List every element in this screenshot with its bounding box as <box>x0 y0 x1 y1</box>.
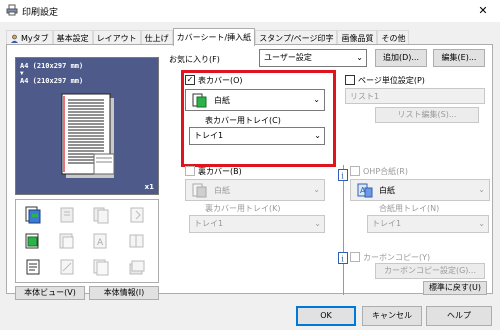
tab-other[interactable]: その他 <box>377 30 410 45</box>
ohp-tray-value: トレイ1 <box>372 219 402 228</box>
device-info-button[interactable]: 本体情報(I) <box>89 286 159 300</box>
favorites-label: お気に入り(F) <box>169 55 220 64</box>
preview-arrow: ▼ <box>20 70 24 77</box>
ohp-tray-label: 合紙用トレイ(N) <box>379 204 440 213</box>
page-setting-label: ページ単位設定(P) <box>358 76 425 85</box>
svg-text:i: i <box>341 172 344 181</box>
favorites-value: ユーザー設定 <box>264 53 312 62</box>
tab-panel: A4 (210x297 mm) ▼ A4 (210x297 mm) x1 A 本… <box>6 44 493 300</box>
booklet-icon <box>129 234 144 248</box>
ok-button[interactable]: OK <box>296 306 356 326</box>
dialog-body: Myタブ 基本設定 レイアウト 仕上げ カバーシート/挿入紙 スタンプ/ページ印… <box>0 22 500 330</box>
user-icon <box>11 34 18 43</box>
preview-output-size: A4 (210x297 mm) <box>20 77 84 85</box>
chevron-down-icon: ⌄ <box>313 185 320 194</box>
stack-icon <box>129 260 145 275</box>
tab-cover-sheet[interactable]: カバーシート/挿入紙 <box>172 28 256 46</box>
front-cover-highlight <box>181 70 336 167</box>
page-setting-list-item: リスト1 <box>350 92 380 101</box>
staple-icon <box>60 207 74 223</box>
back-cover-label: 裏カバー(B) <box>198 167 242 176</box>
back-cover-tray-value: トレイ1 <box>194 219 224 228</box>
tab-layout[interactable]: レイアウト <box>92 30 141 45</box>
tab-basic[interactable]: 基本設定 <box>52 30 93 45</box>
list-edit-button[interactable]: リスト編集(S)... <box>375 107 479 123</box>
ohp-checkbox[interactable] <box>350 166 360 176</box>
add-favorite-button[interactable]: 追加(D)... <box>375 49 427 67</box>
device-view-button[interactable]: 本体ビュー(V) <box>15 286 85 300</box>
watermark-icon <box>60 259 74 275</box>
back-cover-paper-value: 白紙 <box>214 186 230 195</box>
tab-my-tab[interactable]: Myタブ <box>6 30 53 45</box>
blank-paper-icon: A <box>357 183 373 198</box>
cover-sheet-icon <box>25 206 41 224</box>
back-cover-checkbox[interactable] <box>185 166 195 176</box>
cancel-button[interactable]: キャンセル <box>362 306 422 326</box>
group-separator <box>343 165 344 295</box>
info-icon: i <box>338 252 348 264</box>
edit-favorite-button[interactable]: 編集(E)... <box>433 49 485 67</box>
tab-label: 基本設定 <box>56 33 89 43</box>
back-cover-tray-label: 裏カバー用トレイ(K) <box>205 204 281 213</box>
carbon-copy-checkbox[interactable] <box>350 252 360 262</box>
back-cover-tray-select[interactable]: トレイ1 ⌄ <box>189 215 325 233</box>
tab-stamp[interactable]: スタンプ/ページ印字 <box>255 30 338 45</box>
ohp-label: OHP合紙(R) <box>363 167 408 176</box>
close-button[interactable]: ✕ <box>472 3 494 19</box>
document-preview-icon <box>61 93 115 178</box>
window-title: 印刷設定 <box>22 8 59 18</box>
chevron-down-icon: ⌄ <box>314 219 321 228</box>
printer-icon <box>6 4 18 16</box>
restore-defaults-button[interactable]: 標準に戻す(U) <box>423 281 487 295</box>
chevron-down-icon: ⌄ <box>356 53 363 62</box>
tab-image-quality[interactable]: 画像品質 <box>337 30 378 45</box>
print-preview: A4 (210x297 mm) ▼ A4 (210x297 mm) x1 <box>15 57 159 195</box>
chevron-down-icon: ⌄ <box>478 219 485 228</box>
blank-paper-icon <box>192 183 207 198</box>
tab-strip: Myタブ 基本設定 レイアウト 仕上げ カバーシート/挿入紙 スタンプ/ページ印… <box>6 28 410 46</box>
tab-label: レイアウト <box>96 33 137 43</box>
ohp-paper-select[interactable]: A 白紙 ⌄ <box>350 179 490 201</box>
back-cover-paper-select[interactable]: 白紙 ⌄ <box>185 179 325 201</box>
carbon-copy-label: カーボンコピー(Y) <box>363 253 431 262</box>
duplex-icon <box>93 207 109 224</box>
copies-count: x1 <box>144 183 154 191</box>
chevron-down-icon: ⌄ <box>478 185 485 194</box>
tab-label: 画像品質 <box>341 33 374 43</box>
stamp-text-icon: A <box>93 233 107 249</box>
fold-icon <box>130 207 144 223</box>
punch-icon <box>59 233 74 249</box>
svg-text:i: i <box>341 255 344 264</box>
tab-label: その他 <box>381 33 406 43</box>
help-button[interactable]: ヘルプ <box>426 306 492 326</box>
tab-finishing[interactable]: 仕上げ <box>140 30 173 45</box>
tab-label: Myタブ <box>21 33 49 43</box>
info-icon: i <box>338 169 348 181</box>
tab-label: 仕上げ <box>144 33 169 43</box>
document-icon <box>26 259 40 275</box>
ohp-paper-value: 白紙 <box>379 186 395 195</box>
favorites-select[interactable]: ユーザー設定 ⌄ <box>259 49 367 67</box>
insert-sheet-icon <box>25 233 39 249</box>
page-setting-checkbox[interactable] <box>345 75 355 85</box>
carbon-copy-icon <box>93 259 109 276</box>
tab-label: スタンプ/ページ印字 <box>259 33 334 43</box>
svg-text:A: A <box>97 238 104 248</box>
title-bar: 印刷設定 ✕ <box>0 0 500 22</box>
carbon-copy-settings-button[interactable]: カーボンコピー設定(G)... <box>375 263 485 279</box>
finishing-icon-grid: A <box>15 199 159 283</box>
preview-paper-size: A4 (210x297 mm) <box>20 62 84 70</box>
tab-label: カバーシート/挿入紙 <box>176 33 252 42</box>
ohp-tray-select[interactable]: トレイ1 ⌄ <box>367 215 489 233</box>
page-setting-list[interactable]: リスト1 <box>345 88 485 104</box>
